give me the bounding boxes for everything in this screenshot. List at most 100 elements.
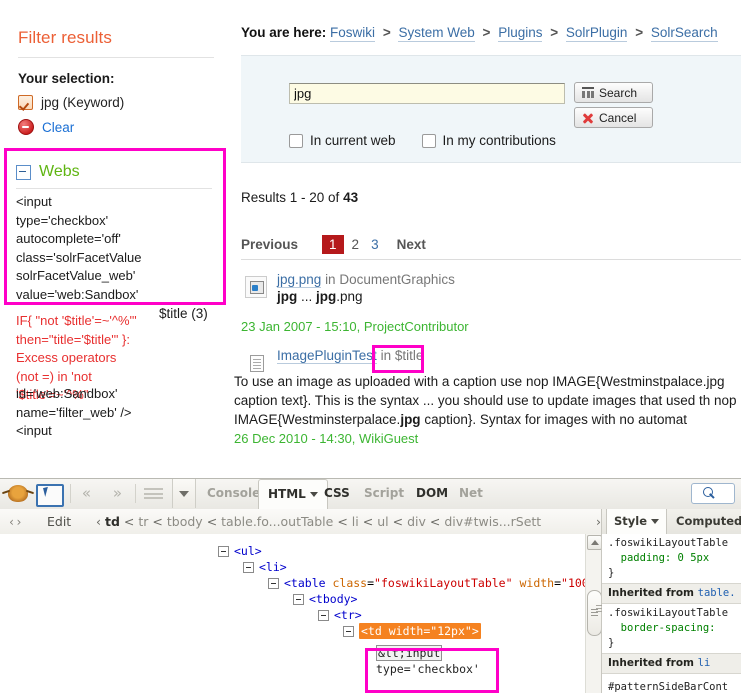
clear-filter-row[interactable]: Clear (0, 110, 232, 135)
html-node-td-selected[interactable]: <td width="12px"> (0, 623, 585, 639)
selected-facet-row[interactable]: jpg (Keyword) (0, 86, 232, 110)
collapse-twisty-icon[interactable] (243, 562, 254, 573)
breadcrumb-item-system-web[interactable]: System Web (398, 25, 475, 42)
breadcrumb-item-foswiki[interactable]: Foswiki (330, 25, 376, 42)
result-1-in-label: in (325, 272, 336, 287)
pager-page-2[interactable]: 2 (346, 235, 366, 254)
tab-net[interactable]: Net (450, 479, 492, 508)
filter-sidebar: Filter results Your selection: jpg (Keyw… (0, 0, 232, 478)
devtools-search-input[interactable] (691, 483, 735, 504)
result-1-meta: 23 Jan 2007 - 15:10, ProjectContributor (241, 319, 469, 334)
search-button[interactable]: Search (574, 82, 653, 103)
html-node-ul[interactable]: <ul> (0, 543, 585, 559)
dom-crumb-tbody[interactable]: tbody (167, 514, 203, 529)
cancel-button[interactable]: Cancel (574, 107, 653, 128)
toolbar-divider (135, 484, 136, 503)
result-2-snippet: To use an image as uploaded with a capti… (234, 374, 737, 427)
pager-next[interactable]: Next (397, 237, 426, 252)
chevron-down-icon (651, 519, 660, 524)
html-node-li[interactable]: <li> (0, 559, 585, 575)
panel-dropdown-button[interactable] (172, 479, 196, 508)
facet-raw-html-text: <input type='checkbox' autocomplete='off… (16, 194, 142, 302)
collapse-twisty-icon[interactable] (343, 626, 354, 637)
style-panel-tabs: Style Computed (601, 509, 741, 535)
dom-breadcrumb-trail: ‹ td < tr < tbody < table.fo...outTable … (96, 514, 542, 529)
result-2-header: ImagePluginTest in $title (241, 348, 741, 364)
style-rule-1[interactable]: .foswikiLayoutTable padding: 0 5px } (602, 534, 741, 583)
devtools-toolbar: « » Console HTML CSS Script DOM Net (0, 479, 741, 511)
result-1-location: DocumentGraphics (339, 272, 455, 287)
pager-page-1[interactable]: 1 (322, 235, 344, 254)
code-brackets-icon[interactable]: ‹› (8, 515, 22, 529)
in-my-contributions-checkbox[interactable] (421, 133, 436, 148)
result-item-1: jpg.png in DocumentGraphics jpg ... jpg.… (241, 272, 741, 306)
collapse-twisty-icon[interactable] (218, 546, 229, 557)
firebug-bug-icon[interactable] (8, 485, 28, 502)
style-rule-2[interactable]: .foswikiLayoutTable border-spacing: } (602, 604, 741, 653)
dom-crumb-td[interactable]: td (105, 514, 120, 529)
breadcrumb: You are here: Foswiki > System Web > Plu… (241, 25, 718, 42)
screenshot-root: Filter results Your selection: jpg (Keyw… (0, 0, 741, 693)
in-current-web-checkbox[interactable] (289, 133, 303, 148)
search-options-row: In current web In my contributions (289, 133, 556, 148)
html-text-node-annotation-box (365, 648, 499, 693)
breadcrumb-item-solrsearch[interactable]: SolrSearch (650, 25, 718, 42)
in-current-web-label: In current web (310, 133, 396, 148)
dom-crumb-li[interactable]: li (352, 514, 359, 529)
image-file-icon (245, 276, 267, 298)
tab-css[interactable]: CSS (315, 479, 359, 508)
chevron-left-icon[interactable]: « (80, 486, 93, 501)
remove-circle-icon[interactable] (18, 119, 34, 135)
clear-link[interactable]: Clear (42, 120, 74, 135)
facet-attrs-text: id='web:Sandbox' name='filter_web' /> <i… (16, 386, 132, 438)
search-input[interactable] (289, 83, 565, 104)
pager-previous[interactable]: Previous (241, 237, 298, 252)
collapse-twisty-icon[interactable] (293, 594, 304, 605)
dom-crumb-tr[interactable]: tr (138, 514, 148, 529)
breadcrumb-item-plugins[interactable]: Plugins (498, 25, 543, 42)
html-node-tr[interactable]: <tr> (0, 607, 585, 623)
style-rule-3[interactable]: #patternSideBarCont (602, 674, 741, 693)
webs-facet-header[interactable]: Webs (16, 163, 80, 181)
breadcrumb-separator: > (482, 25, 491, 40)
pager-page-3[interactable]: 3 (365, 235, 385, 254)
collapse-twisty-icon[interactable] (16, 164, 31, 180)
chevron-right-icon[interactable]: » (111, 486, 124, 501)
style-panel: Style Computed .foswikiLayoutTable paddi… (596, 509, 741, 693)
title-placeholder-annotation-box (372, 345, 424, 373)
hamburger-menu-icon[interactable] (144, 488, 163, 499)
result-1-snippet: jpg ... jpg.png (277, 289, 363, 304)
dom-crumb-div[interactable]: div (407, 514, 426, 529)
breadcrumb-prev-arrow[interactable]: ‹ (96, 514, 101, 529)
search-panel: Search Cancel In current web In my contr… (241, 55, 741, 163)
scroll-up-arrow-icon[interactable] (587, 535, 602, 550)
tab-style[interactable]: Style (606, 509, 668, 535)
inspect-element-icon[interactable] (36, 484, 64, 507)
dom-crumb-div-twisty[interactable]: div#twis...rSett (444, 514, 541, 529)
photo-glyph-icon (250, 281, 264, 294)
result-1-link[interactable]: jpg.png (277, 272, 322, 288)
html-node-table[interactable]: <table class="foswikiLayoutTable" width=… (0, 575, 585, 591)
tab-script[interactable]: Script (355, 479, 413, 508)
style-rules-list[interactable]: .foswikiLayoutTable padding: 0 5px } Inh… (601, 534, 741, 693)
pagination: Previous 1 2 3 Next (241, 235, 741, 254)
result-2-link[interactable]: ImagePluginTest (277, 348, 377, 364)
style-inherited-header-1: Inherited from table. (602, 583, 741, 604)
collapse-twisty-icon[interactable] (318, 610, 329, 621)
panel-resize-handle[interactable] (596, 601, 603, 615)
breadcrumb-item-solrplugin[interactable]: SolrPlugin (565, 25, 628, 42)
dom-crumb-table[interactable]: table.fo...outTable (221, 514, 333, 529)
cancel-button-label: Cancel (599, 110, 637, 125)
dom-crumb-ul[interactable]: ul (377, 514, 388, 529)
tab-computed[interactable]: Computed (669, 509, 741, 533)
sidebar-title: Filter results (18, 28, 112, 47)
binoculars-icon (582, 87, 594, 98)
document-glyph-icon (250, 355, 264, 372)
results-count-prefix: Results 1 - 20 of (241, 190, 340, 205)
title-facet-count: $title (3) (159, 306, 208, 321)
checked-checkbox-icon[interactable] (18, 95, 33, 110)
results-count: Results 1 - 20 of 43 (241, 190, 358, 205)
edit-button[interactable]: Edit (47, 514, 71, 529)
html-node-tbody[interactable]: <tbody> (0, 591, 585, 607)
collapse-twisty-icon[interactable] (268, 578, 279, 589)
